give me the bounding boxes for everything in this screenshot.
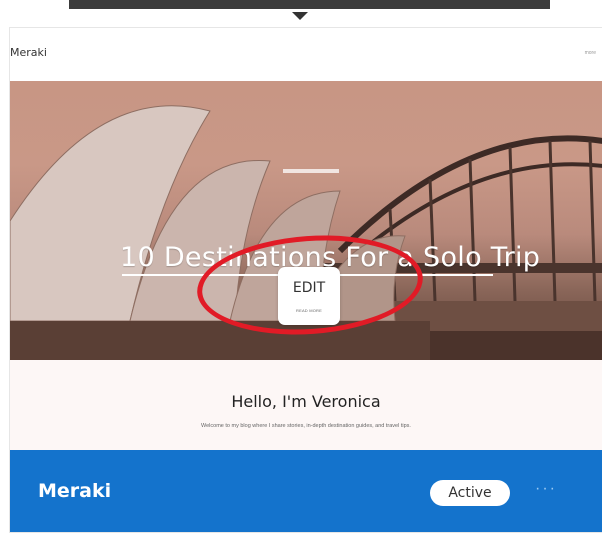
site-name[interactable]: Meraki: [38, 480, 111, 502]
intro-section: Hello, I'm Veronica Welcome to my blog w…: [10, 360, 602, 450]
site-logo: Meraki: [10, 46, 47, 59]
top-toolbar: [69, 0, 550, 9]
site-header: Meraki more: [10, 28, 602, 82]
hero-banner: 10 Destinations For a Solo Trip EDIT REA…: [10, 81, 602, 360]
caret-down-icon[interactable]: [292, 12, 308, 20]
site-nav-menu[interactable]: more: [585, 50, 596, 56]
hero-category-tag: [283, 169, 339, 173]
intro-description: Welcome to my blog where I share stories…: [201, 423, 411, 429]
status-badge: Active: [430, 480, 510, 506]
more-options-icon[interactable]: ···: [535, 480, 557, 498]
intro-heading: Hello, I'm Veronica: [231, 392, 381, 411]
site-preview-card[interactable]: Meraki more 10 Destinations For a Solo T…: [9, 27, 602, 533]
site-card-footer: Meraki Active ···: [10, 450, 602, 532]
